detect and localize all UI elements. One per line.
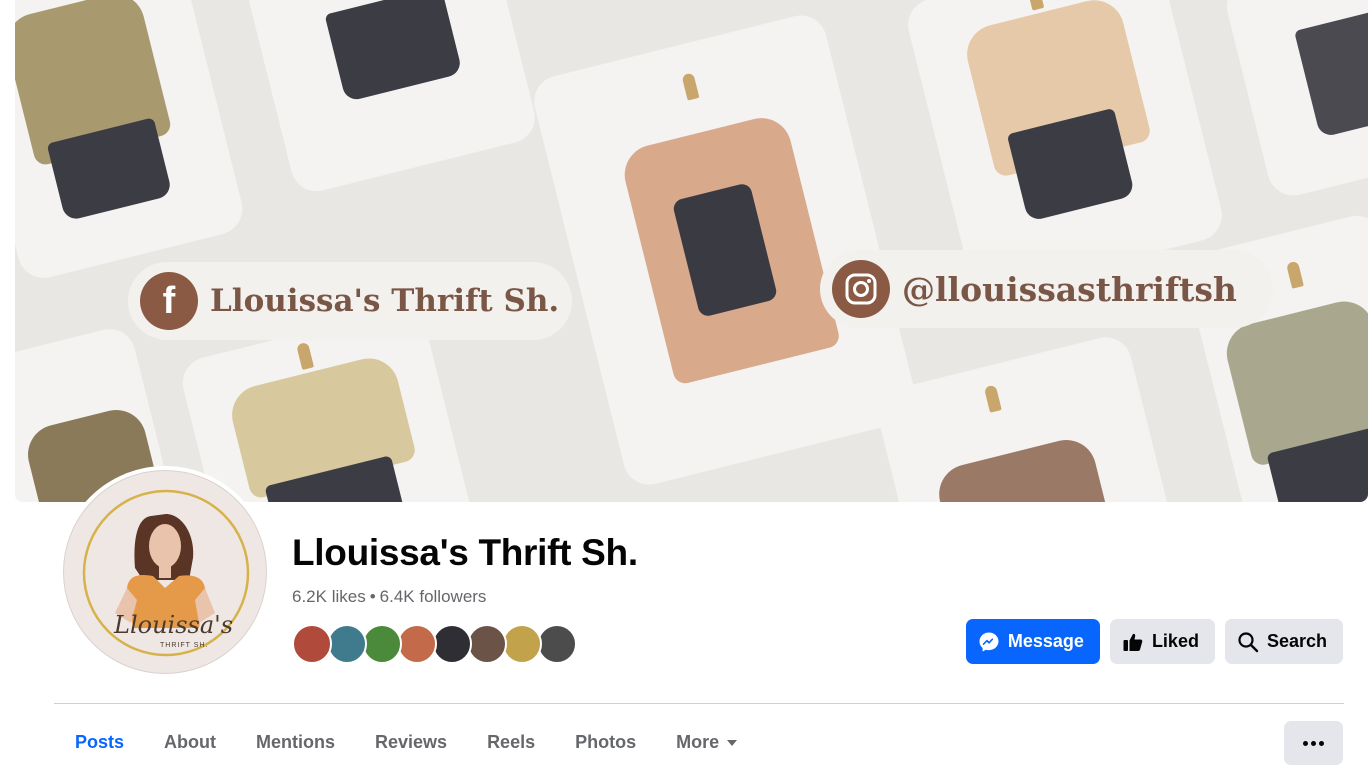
tab-mentions[interactable]: Mentions [236,720,355,766]
page-title: Llouissa's Thrift Sh. [292,532,638,573]
page-stats: 6.2K likes • 6.4K followers [292,587,486,607]
avatar-logo: Llouissa's THRIFT SH. [63,470,267,674]
tab-label: Reviews [375,732,448,752]
cover-tile [872,331,1178,502]
tab-label: More [676,732,720,752]
thumbs-up-icon [1122,631,1144,653]
friend-avatar[interactable] [502,624,542,664]
tab-label: Reels [487,732,536,752]
facebook-icon: f [140,272,198,330]
tab-reels[interactable]: Reels [467,720,555,766]
avatar-logo-text: Llouissa's [114,611,234,639]
tab-label: Posts [75,732,125,752]
tab-photos[interactable]: Photos [555,720,656,766]
friend-avatar[interactable] [362,624,402,664]
profile-avatar[interactable]: Llouissa's THRIFT SH. [59,466,271,678]
friends-who-like [292,624,577,664]
cover-tile [239,0,541,197]
search-icon [1237,631,1259,653]
friend-avatar[interactable] [467,624,507,664]
tab-label: Photos [575,732,637,752]
ellipsis-icon [1303,740,1308,746]
friend-avatar[interactable] [327,624,367,664]
cover-instagram-handle: @llouissasthriftsh [902,269,1237,309]
search-button[interactable]: Search [1224,619,1343,664]
instagram-icon [832,260,890,318]
tab-label: About [164,732,217,752]
more-options-button[interactable] [1284,721,1343,765]
liked-button[interactable]: Liked [1109,619,1215,664]
profile-tabs: Posts About Mentions Reviews Reels Photo… [55,720,757,766]
friend-avatar[interactable] [432,624,472,664]
tab-posts[interactable]: Posts [55,720,144,766]
likes-count[interactable]: 6.2K likes [292,587,366,606]
cover-instagram-badge: @llouissasthriftsh [820,250,1273,328]
avatar-logo-subtext: THRIFT SH. [160,642,209,649]
caret-down-icon [727,740,738,747]
stats-separator: • [369,587,376,606]
followers-count[interactable]: 6.4K followers [380,587,487,606]
tab-about[interactable]: About [144,720,236,766]
messenger-icon [978,631,1000,653]
friend-avatar[interactable] [397,624,437,664]
header-divider [54,703,1344,704]
tab-label: Mentions [256,732,336,752]
tab-more[interactable]: More [656,720,757,766]
friend-avatar[interactable] [537,624,577,664]
liked-button-label: Liked [1151,631,1199,651]
cover-tile [1221,0,1368,201]
friend-avatar[interactable] [292,624,332,664]
cover-tile [15,0,248,284]
page-actions: Message Liked Search [965,619,1343,664]
cover-photo[interactable]: f Llouissa's Thrift Sh. @llouissasthrift… [15,0,1368,502]
ellipsis-icon [1319,740,1324,746]
message-button-label: Message [1007,631,1084,651]
tab-reviews[interactable]: Reviews [355,720,467,766]
message-button[interactable]: Message [965,619,1100,664]
search-button-label: Search [1266,631,1327,651]
cover-facebook-label: Llouissa's Thrift Sh. [210,283,560,319]
ellipsis-icon [1311,740,1316,746]
cover-facebook-badge: f Llouissa's Thrift Sh. [128,262,572,340]
